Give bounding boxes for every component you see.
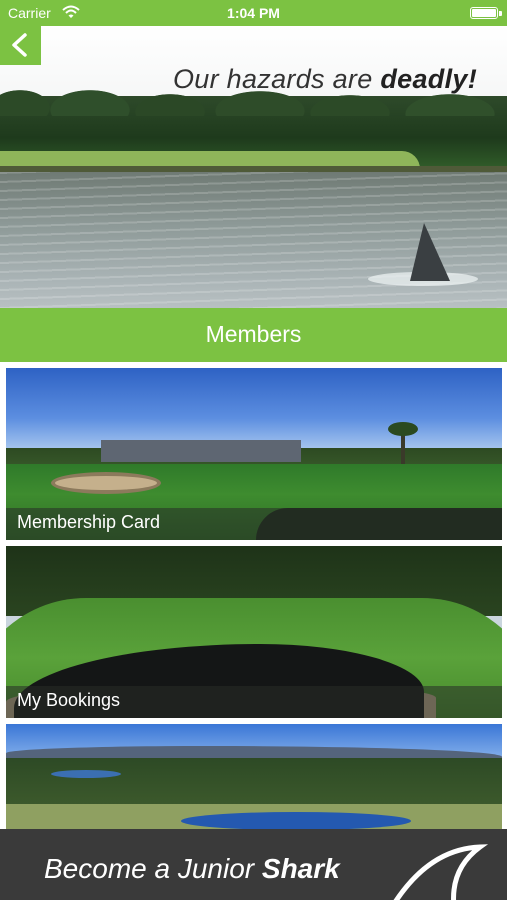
card-label: My Bookings <box>17 690 121 710</box>
members-menu-list: Membership Card My Bookings <box>0 362 507 829</box>
card-scene-palm-top <box>388 422 418 436</box>
course-tile[interactable] <box>6 724 502 829</box>
back-button[interactable] <box>0 26 41 65</box>
card-label: Membership Card <box>17 512 161 532</box>
section-title: Members <box>0 308 507 362</box>
junior-shark-text: Become a Junior Shark <box>44 853 340 885</box>
shark-fin-image <box>410 223 450 281</box>
card-scene-pond <box>181 812 411 829</box>
card-scene-land <box>6 758 502 808</box>
hero-banner: Our hazards are deadly! <box>0 26 507 308</box>
status-bar: Carrier 1:04 PM <box>0 0 507 26</box>
junior-shark-banner[interactable]: Become a Junior Shark <box>0 829 507 900</box>
my-bookings-tile[interactable]: My Bookings <box>6 546 502 718</box>
card-scene-lake <box>51 770 121 778</box>
membership-card-tile[interactable]: Membership Card <box>6 368 502 540</box>
hero-tagline: Our hazards are deadly! <box>173 64 477 95</box>
shark-fin-icon <box>393 844 489 900</box>
card-scene-bunker <box>51 472 161 494</box>
battery-icon <box>470 7 502 19</box>
banner-text-prefix: Become a Junior <box>44 853 262 884</box>
card-scene-clubhouse <box>101 440 301 462</box>
hero-tagline-emphasis: deadly! <box>380 64 477 94</box>
clock: 1:04 PM <box>227 5 280 21</box>
banner-text-emphasis: Shark <box>261 853 340 884</box>
chevron-left-icon <box>12 33 27 57</box>
hero-tagline-prefix: Our hazards are <box>172 64 381 94</box>
